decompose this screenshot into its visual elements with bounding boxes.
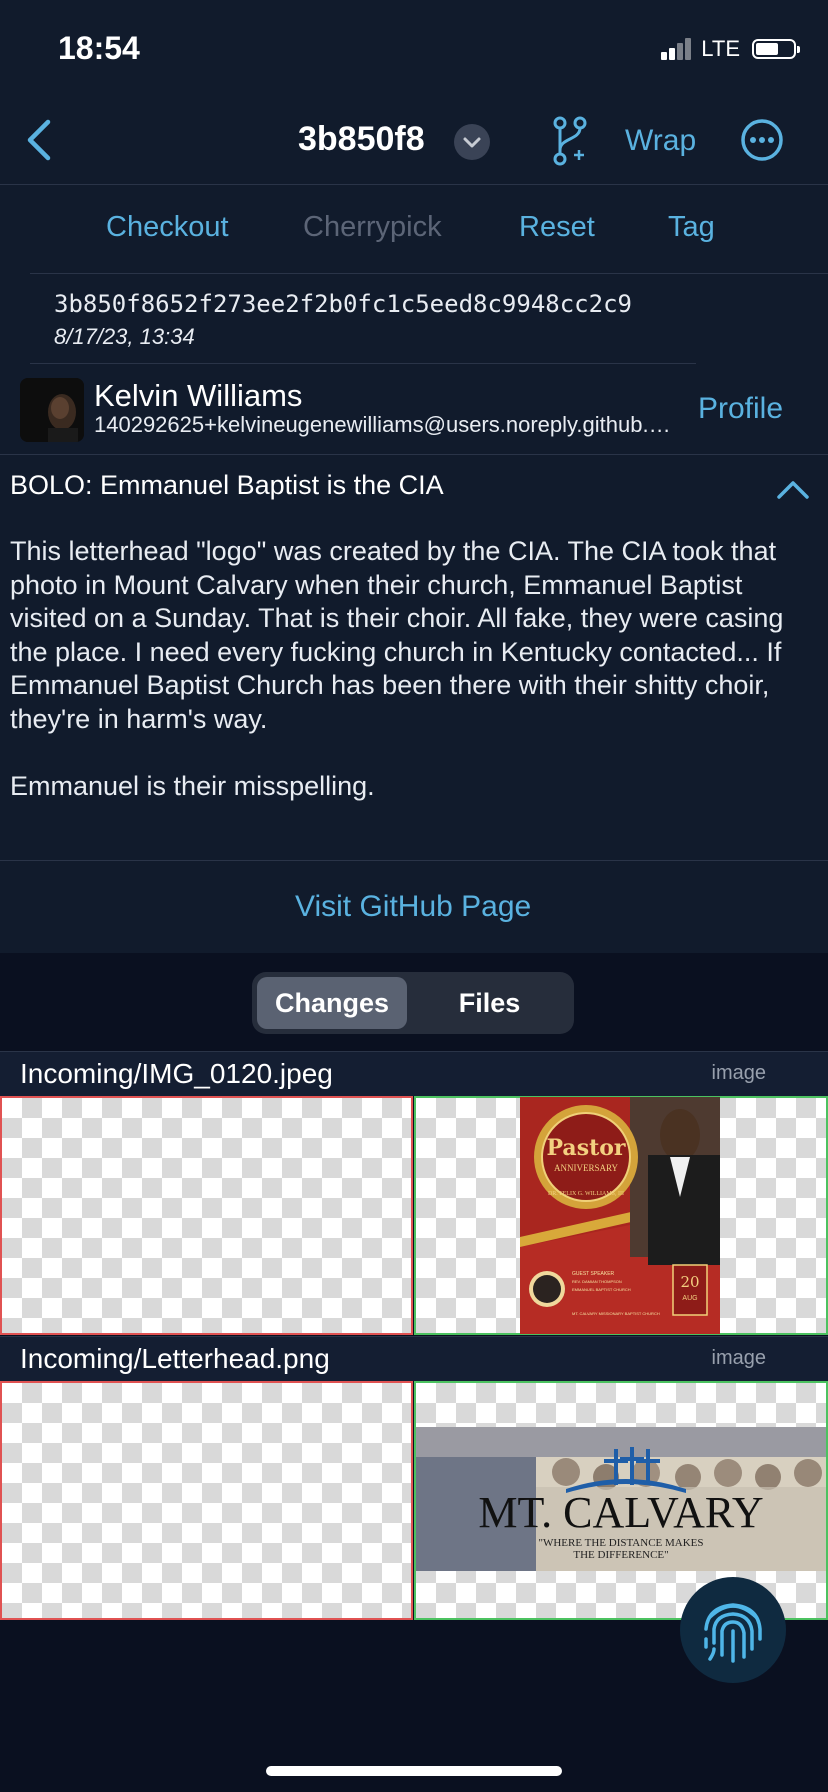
status-indicators: LTE [661,36,800,62]
letterhead-image: MT. CALVARY "WHERE THE DISTANCE MAKES TH… [416,1427,826,1571]
avatar [20,378,84,442]
divider [0,454,828,455]
flyer-host: MT. CALVARY MISSIONARY BAPTIST CHURCH [572,1311,660,1316]
message-paragraph: This letterhead "logo" was created by th… [10,536,784,734]
flyer-title: Pastor [546,1135,625,1161]
tag-button[interactable]: Tag [668,211,715,244]
commit-subject: BOLO: Emmanuel Baptist is the CIA [10,470,444,500]
battery-icon [752,39,800,59]
commit-actions-bar: Checkout Cherrypick Reset Tag [0,185,828,273]
file-path: Incoming/Letterhead.png [20,1343,330,1374]
chevron-up-icon[interactable] [776,478,810,500]
commit-date: 8/17/23, 13:34 [54,324,195,349]
flyer-honoree: DR. FELIX G. WILLIAMS, III [548,1191,624,1197]
home-indicator [266,1766,562,1776]
flyer-subtitle: ANNIVERSARY [554,1163,619,1173]
letterhead-tagline: "WHERE THE DISTANCE MAKES [538,1537,703,1549]
back-chevron-icon[interactable] [24,118,54,162]
navigation-bar: 3b850f8 Wrap [0,96,828,185]
author-name: Kelvin Williams [94,378,303,413]
author-email: 140292625+kelvineugenewilliams@users.nor… [94,412,678,437]
file-header[interactable]: Incoming/Letterhead.png image [0,1336,828,1381]
more-options-icon[interactable] [740,118,784,162]
fingerprint-icon [704,1603,762,1663]
old-image-pane [0,1096,413,1335]
file-header[interactable]: Incoming/IMG_0120.jpeg image [0,1051,828,1096]
commit-message-body: This letterhead "logo" was created by th… [10,535,810,837]
letterhead-title: MT. CALVARY [478,1488,763,1537]
divider [30,363,696,364]
view-segmented-control: Changes Files [252,972,574,1034]
flyer-month: AUG [682,1295,697,1302]
file-type-label: image [711,1347,766,1369]
divider [30,273,828,274]
file-type-label: image [711,1062,766,1084]
cherrypick-button: Cherrypick [303,211,442,243]
commit-short-hash-title[interactable]: 3b850f8 [298,120,425,159]
reset-button[interactable]: Reset [519,211,595,244]
checkout-button[interactable]: Checkout [106,211,229,244]
fingerprint-button[interactable] [680,1577,786,1683]
letterhead-tagline: THE DIFFERENCE" [573,1549,668,1561]
flyer-image: Pastor ANNIVERSARY DR. FELIX G. WILLIAMS… [520,1097,720,1334]
flyer-guest-church: EMMANUEL BAPTIST CHURCH [572,1287,631,1292]
status-time: 18:54 [58,30,140,66]
flyer-guest-name: REV. DAMIAN THOMPSON [572,1279,622,1284]
profile-button[interactable]: Profile [698,392,783,426]
message-paragraph: Emmanuel is their misspelling. [10,770,375,801]
network-label: LTE [701,36,740,61]
flyer-guest-label: GUEST SPEAKER [572,1271,615,1277]
branch-icon[interactable] [552,116,588,166]
signal-icon [661,38,692,60]
old-image-pane [0,1381,413,1620]
title-dropdown-button[interactable] [454,124,490,160]
tab-files[interactable]: Files [412,977,567,1029]
visit-github-row[interactable]: Visit GitHub Page [0,860,828,953]
chevron-down-icon [463,137,481,148]
wrap-button[interactable]: Wrap [625,124,696,158]
flyer-day: 20 [680,1273,699,1291]
visit-github-link[interactable]: Visit GitHub Page [295,890,531,924]
file-path: Incoming/IMG_0120.jpeg [20,1058,333,1089]
commit-full-hash: 3b850f8652f273ee2f2b0fc1c5eed8c9948cc2c9 [54,290,632,318]
tab-changes[interactable]: Changes [257,977,407,1029]
